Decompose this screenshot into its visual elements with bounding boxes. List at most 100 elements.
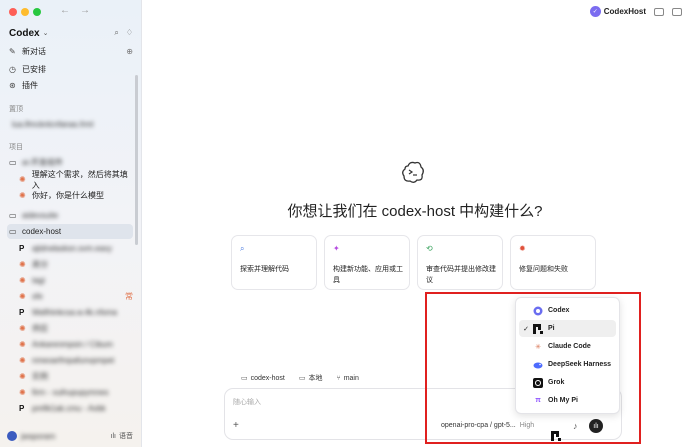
agent-option-label: Oh My Pi	[548, 397, 578, 404]
agent-option-deepseek-harness[interactable]: DeepSeek Harness	[519, 356, 616, 373]
project-folder[interactable]: ▭ aidevsuite	[7, 208, 133, 223]
chat-status-icon: ✺	[19, 356, 26, 365]
chat-status-icon: ✺	[19, 388, 26, 397]
window-controls	[9, 8, 41, 16]
project-folder-selected[interactable]: ▭ codex-host	[7, 224, 133, 239]
brand-label: CodexHost	[603, 7, 646, 16]
project-selector[interactable]: ▭ codex-host	[241, 374, 285, 382]
agent-dropdown: Codex ✓ Pi ✳ Claude Code DeepSeek Harnes…	[515, 297, 620, 414]
location-selector[interactable]: ▭ 本地	[299, 373, 323, 383]
agent-option-label: Codex	[548, 307, 570, 314]
codex-cloud-icon	[402, 161, 424, 183]
build-icon: ✦	[333, 244, 340, 253]
project-label: aidevsuite	[22, 211, 59, 220]
voice-label: 语音	[119, 433, 133, 440]
chat-label: tagi	[32, 276, 45, 285]
minimize-window-button[interactable]	[21, 8, 29, 16]
chat-label: 供应	[32, 324, 48, 333]
chat-status-icon: ✺	[19, 175, 26, 184]
history-nav: ← →	[60, 5, 90, 16]
grok-icon	[533, 377, 543, 388]
branch-selector[interactable]: ⑂ main	[337, 375, 359, 382]
chat-status-icon: ✺	[19, 372, 26, 381]
context-bar: ▭ codex-host ▭ 本地 ⑂ main	[241, 373, 359, 383]
edit-icon: ✎	[9, 47, 16, 56]
card-label: 修复问题和失败	[519, 266, 568, 273]
agent-option-label: Grok	[548, 379, 565, 386]
agent-option-label: Pi	[548, 325, 555, 332]
chat-item[interactable]: ✺ nmeoarfmpafunvpmpet	[17, 353, 133, 368]
chat-item[interactable]: ✺ 实例	[17, 369, 133, 384]
search-icon[interactable]: ⌕	[114, 28, 118, 38]
waveform-icon: ılı	[110, 432, 116, 440]
clock-icon: ◷	[9, 65, 16, 74]
chat-item[interactable]: Pajtdrwlasksn.svm.eaxy	[17, 241, 133, 256]
card-label: 探索并理解代码	[240, 266, 289, 273]
agent-option-pi[interactable]: ✓ Pi	[519, 320, 616, 337]
project-selector-label: codex-host	[250, 375, 285, 382]
back-arrow-icon[interactable]: ←	[60, 5, 70, 16]
close-window-button[interactable]	[9, 8, 17, 16]
agent-option-grok[interactable]: Grok	[519, 374, 616, 391]
brand[interactable]: ✓ CodexHost	[589, 6, 646, 17]
pinned-item[interactable]: lua.lfmcknlcnfanas.frml	[7, 117, 133, 132]
chat-item[interactable]: ✺ 理解这个需求，然后将其填入	[17, 170, 133, 190]
chat-item[interactable]: ✺ 供应	[17, 321, 133, 336]
sidebar-item-scheduled[interactable]: ◷ 已安排	[7, 62, 133, 77]
plugin-icon: ⊛	[9, 81, 16, 90]
chevron-down-icon: ⌄	[42, 30, 49, 37]
sidebar-item-new-chat[interactable]: ✎ 新对话 ⊕	[7, 44, 133, 59]
forward-arrow-icon[interactable]: →	[80, 5, 90, 16]
sidebar-scrollbar[interactable]	[135, 75, 138, 245]
claude-icon: ✳	[535, 343, 541, 351]
chat-item[interactable]: ✺ Ankarenmpsin / Cibum	[17, 337, 133, 352]
suggestion-card-explore[interactable]: ⌕ 探索并理解代码	[231, 235, 317, 290]
agent-option-codex[interactable]: Codex	[519, 302, 616, 319]
zoom-window-button[interactable]	[33, 8, 41, 16]
chat-item[interactable]: Ppmfik1ak.cmu - Avbk	[17, 401, 133, 416]
laptop-icon: ▭	[298, 375, 306, 382]
suggestion-card-review[interactable]: ⟲ 审查代码并提出修改建议	[417, 235, 503, 290]
chat-item[interactable]: ✺ tagi	[17, 273, 133, 288]
agent-option-oh-my-pi[interactable]: π Oh My Pi	[519, 392, 616, 409]
prompt-input[interactable]: 随心输入	[233, 397, 261, 407]
add-attachment-icon[interactable]: +	[233, 420, 239, 431]
chat-item[interactable]: ✺ sfe 常	[17, 289, 133, 304]
sidebar-item-plugins[interactable]: ⊛ 插件	[7, 78, 133, 93]
top-right-bar: ✓ CodexHost	[589, 6, 682, 17]
pi-icon: P	[19, 308, 25, 317]
chat-item[interactable]: ✺ 类分	[17, 257, 133, 272]
chat-label: sfe	[32, 292, 43, 301]
chat-label: Ankarenmpsin / Cibum	[32, 340, 113, 349]
panel-toggle-icon[interactable]	[672, 7, 682, 16]
chat-status-icon: ✺	[19, 292, 26, 301]
chat-label: ajtdrwlasksn.svm.eaxy	[32, 244, 113, 253]
project-badge-icon: 常	[125, 292, 133, 301]
split-view-icon[interactable]	[654, 7, 664, 16]
codex-icon	[533, 306, 543, 316]
chat-status-icon: ✺	[19, 340, 26, 349]
card-label: 审查代码并提出修改建议	[426, 266, 496, 284]
new-chat-icon[interactable]: ⊕	[126, 47, 133, 56]
folder-icon: ▭	[9, 158, 17, 167]
suggestion-card-fix[interactable]: ✹ 修复问题和失败	[510, 235, 596, 290]
card-label: 构建新功能、应用或工具	[333, 266, 403, 284]
chat-item[interactable]: P Wafihinkcsa.w.4k.nfsma	[17, 305, 133, 320]
bell-icon[interactable]: ♢	[126, 28, 133, 38]
page-title: 你想让我们在 codex-host 中构建什么?	[287, 203, 543, 220]
chat-label: Wafihinkcsa.w.4k.nfsma	[32, 308, 118, 317]
chat-label: pmfik1ak.cmu - Avbk	[32, 404, 106, 413]
pi-icon	[533, 323, 543, 334]
chat-item[interactable]: ✺ firm - xuihupupymnes	[17, 385, 133, 400]
suggestion-card-build[interactable]: ✦ 构建新功能、应用或工具	[324, 235, 410, 290]
chat-item[interactable]: ✺ 你好，你是什么模型	[17, 188, 133, 203]
pi-icon: P	[19, 244, 25, 253]
folder-icon: ▭	[9, 211, 17, 220]
workspace-switcher[interactable]: Codex ⌄ ⌕ ♢	[9, 26, 133, 40]
sidebar-item-label: 已安排	[22, 65, 46, 74]
voice-button[interactable]: ılı 语音	[111, 431, 133, 441]
agent-option-claude-code[interactable]: ✳ Claude Code	[519, 338, 616, 355]
avatar[interactable]	[7, 431, 17, 441]
pinned-section-label: 置顶	[9, 106, 23, 113]
chat-status-icon: ✺	[19, 276, 26, 285]
